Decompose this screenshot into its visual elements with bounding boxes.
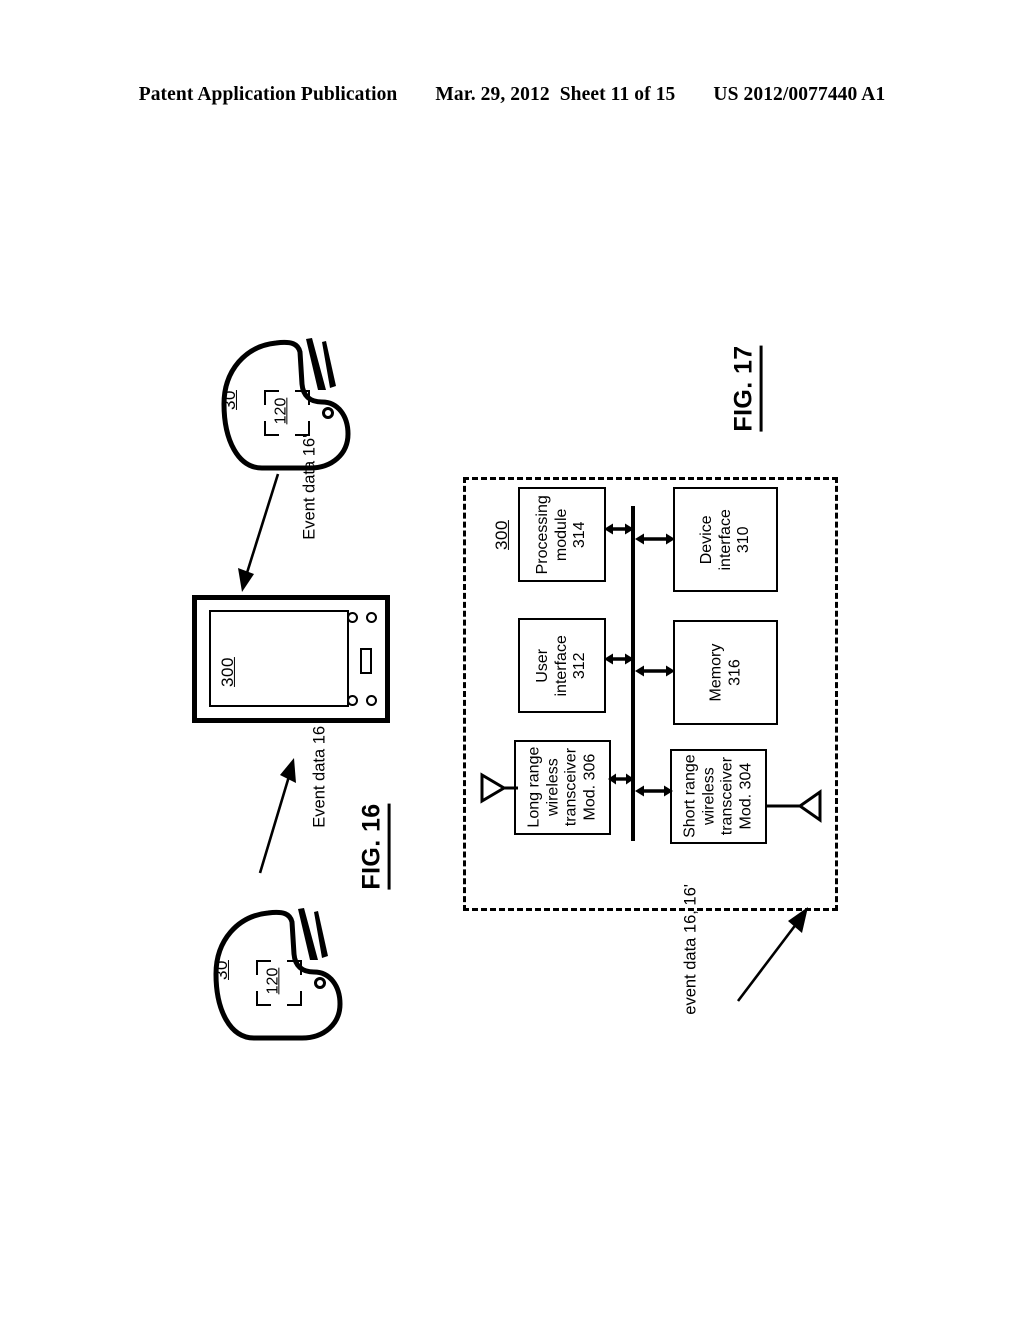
event-data-in-label: event data 16, 16': [681, 884, 700, 1015]
handheld-button-bottom-right[interactable]: [366, 695, 377, 706]
bus-arrow-user-interface: [604, 653, 634, 665]
shoe-bottom-sensor-ref-120: 120: [264, 967, 282, 995]
block-processing-module-label: Processing module 314: [534, 494, 589, 575]
block-user-interface-label: User interface 312: [534, 634, 589, 697]
block-memory-label: Memory 316: [706, 643, 743, 702]
handheld-button-center[interactable]: [360, 648, 372, 674]
handheld-button-top-left[interactable]: [347, 612, 358, 623]
header-publication: Patent Application Publication: [138, 84, 398, 105]
block-device-interface: Device interface 310: [673, 487, 778, 592]
shoe-device-top: 30 120: [206, 330, 366, 480]
handheld-device[interactable]: 300: [192, 595, 390, 723]
header-sheet: Sheet 11 of 15: [559, 84, 676, 105]
shoe-top-sensor-dot: [322, 407, 334, 419]
page-header: Patent Application Publication Mar. 29, …: [0, 84, 1024, 106]
bus-arrow-long-range: [608, 773, 634, 785]
bus-arrow-processing: [604, 523, 634, 535]
block-short-range-transceiver-label: Short range wireless transceiver Mod. 30…: [681, 754, 755, 839]
header-publication-number: US 2012/0077440 A1: [713, 84, 886, 105]
event-data-down-arrow: [238, 473, 280, 592]
block-memory: Memory 316: [673, 620, 778, 725]
block-long-range-transceiver: Long range wireless transceiver Mod. 306: [514, 740, 611, 835]
handheld-button-bottom-left[interactable]: [347, 695, 358, 706]
header-date: Mar. 29, 2012: [435, 84, 550, 105]
figure-17-caption: FIG. 17: [729, 345, 763, 432]
bus-arrow-short-range: [635, 785, 673, 797]
event-data-up-arrow: [258, 758, 296, 874]
block-processing-module: Processing module 314: [518, 487, 606, 582]
event-data-down-label: Event data 16': [300, 434, 319, 540]
shoe-bottom-sensor-dot: [314, 977, 326, 989]
block-long-range-transceiver-label: Long range wireless transceiver Mod. 306: [525, 747, 599, 828]
handheld-ref-300: 300: [217, 657, 237, 687]
shoe-top-sensor-ref-120: 120: [272, 397, 290, 425]
bus-arrow-memory: [635, 665, 675, 677]
event-data-up-label: Event data 16: [310, 725, 329, 828]
block-short-range-transceiver: Short range wireless transceiver Mod. 30…: [670, 749, 767, 844]
short-range-antenna-icon: [766, 789, 822, 823]
shoe-device-bottom: 30 120: [198, 900, 358, 1050]
handheld-button-top-right[interactable]: [366, 612, 377, 623]
block-user-interface: User interface 312: [518, 618, 606, 713]
shoe-top-ref-30: 30: [219, 390, 239, 410]
event-data-in-arrow: [736, 907, 808, 1002]
block-device-interface-label: Device interface 310: [697, 508, 752, 571]
figure-16-caption: FIG. 16: [357, 803, 391, 890]
shoe-bottom-ref-30: 30: [211, 960, 231, 980]
long-range-antenna-icon: [480, 772, 518, 804]
bus-arrow-device-interface: [635, 533, 675, 545]
device-ref-300: 300: [491, 520, 511, 550]
